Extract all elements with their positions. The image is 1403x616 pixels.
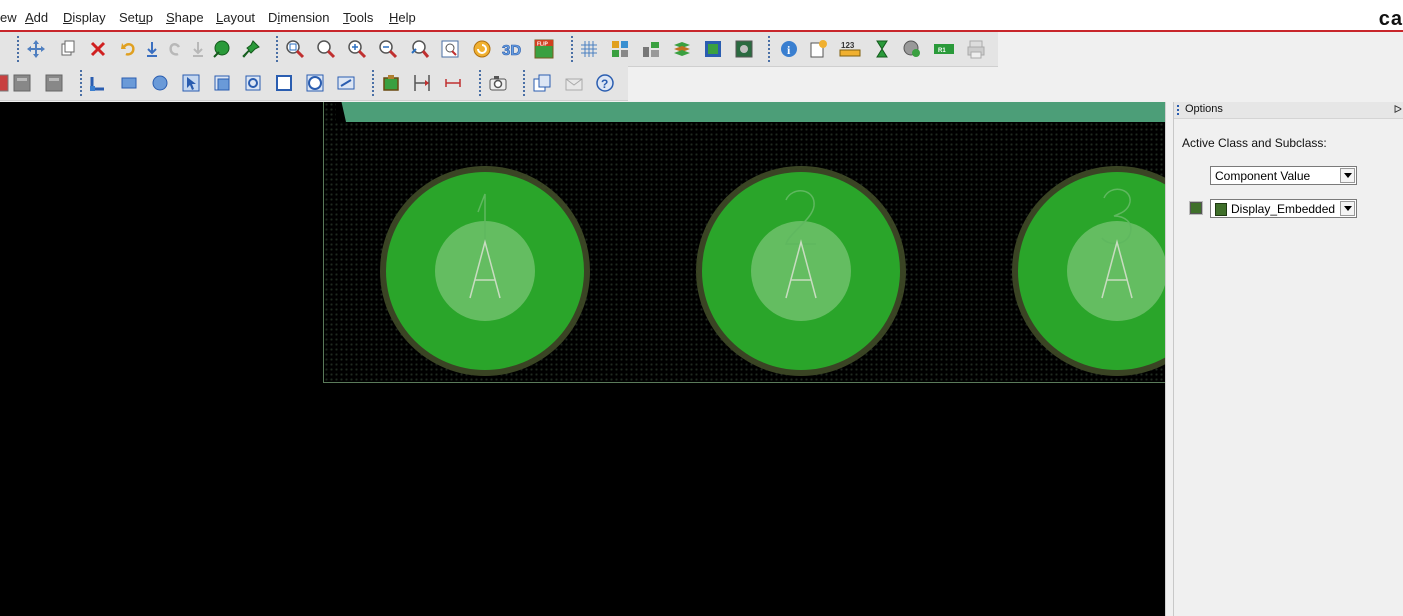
circle-outline-icon[interactable] bbox=[303, 71, 327, 95]
subclass-dropdown-value: Display_Embedded bbox=[1231, 202, 1336, 216]
zoom-out-icon[interactable] bbox=[376, 37, 400, 61]
place-down-icon-2 bbox=[186, 37, 210, 61]
zoom-previous-icon[interactable] bbox=[408, 37, 432, 61]
toolbar-separator bbox=[571, 36, 575, 62]
menu-dimension[interactable]: Dimension bbox=[268, 10, 329, 25]
pad-2[interactable] bbox=[702, 172, 900, 370]
mail-icon bbox=[562, 71, 586, 95]
svg-text:123: 123 bbox=[841, 41, 855, 50]
design-canvas[interactable] bbox=[0, 102, 1165, 616]
hourglass-icon[interactable] bbox=[870, 37, 894, 61]
toolbar-separator bbox=[479, 70, 483, 96]
rect-outline-icon[interactable] bbox=[272, 71, 296, 95]
report-icon[interactable] bbox=[806, 37, 830, 61]
board-icon[interactable] bbox=[732, 37, 756, 61]
measure-dim-icon[interactable] bbox=[441, 71, 465, 95]
fill-center-icon bbox=[10, 71, 34, 95]
zoom-in-icon[interactable] bbox=[345, 37, 369, 61]
pad-3-label-graphic bbox=[1101, 188, 1133, 299]
delete-icon[interactable] bbox=[86, 37, 110, 61]
pad-1-label-graphic bbox=[469, 193, 501, 299]
chevron-down-icon[interactable] bbox=[1340, 168, 1355, 183]
shape-merge-icon[interactable] bbox=[334, 71, 358, 95]
menu-layout[interactable]: Layout bbox=[216, 10, 255, 25]
shape-edit-icon[interactable] bbox=[210, 71, 234, 95]
layer-visibility-icon[interactable] bbox=[639, 37, 663, 61]
print-icon bbox=[964, 37, 988, 61]
3d-view-icon[interactable]: 3D bbox=[500, 37, 524, 61]
dimension-icon[interactable] bbox=[410, 71, 434, 95]
pad-2-label-graphic bbox=[784, 190, 817, 299]
copy-icon[interactable] bbox=[56, 37, 80, 61]
shape-void-icon[interactable] bbox=[241, 71, 265, 95]
zoom-fit-icon[interactable] bbox=[283, 37, 307, 61]
menu-help[interactable]: Help bbox=[389, 10, 416, 25]
options-panel-header[interactable]: Options ᐅ bbox=[1174, 102, 1403, 119]
ratsnest-icon[interactable]: R1 bbox=[932, 37, 956, 61]
fill-right-icon bbox=[42, 71, 66, 95]
subclass-dropdown[interactable]: Display_Embedded bbox=[1210, 199, 1357, 218]
svg-text:R1: R1 bbox=[938, 48, 946, 54]
info-icon[interactable]: i bbox=[777, 37, 801, 61]
redo-icon bbox=[163, 37, 187, 61]
subclass-color-swatch bbox=[1215, 203, 1227, 216]
flip-icon[interactable]: FLIP bbox=[532, 37, 556, 61]
pad-1[interactable] bbox=[386, 172, 584, 370]
color-dialog-icon[interactable] bbox=[608, 37, 632, 61]
toolbar-shapes: ? bbox=[0, 66, 628, 101]
class-dropdown-value: Component Value bbox=[1215, 169, 1311, 183]
redraw-icon[interactable] bbox=[470, 37, 494, 61]
svg-text:?: ? bbox=[601, 77, 608, 91]
svg-text:3D: 3D bbox=[502, 42, 521, 59]
menu-view[interactable]: ew bbox=[0, 10, 17, 25]
stackup-icon[interactable] bbox=[670, 37, 694, 61]
app-brand-logo: ca bbox=[1378, 8, 1403, 30]
pin-icon[interactable] bbox=[239, 37, 263, 61]
help-icon[interactable]: ? bbox=[593, 71, 617, 95]
place-down-icon[interactable] bbox=[140, 37, 164, 61]
camera-icon[interactable] bbox=[486, 71, 510, 95]
measure-icon[interactable]: 123 bbox=[838, 37, 862, 61]
toolbar-separator bbox=[523, 70, 527, 96]
chevron-down-icon[interactable] bbox=[1340, 201, 1355, 216]
close-icon[interactable]: ᐅ bbox=[1394, 103, 1402, 116]
select-icon[interactable] bbox=[179, 71, 203, 95]
add-rectangle-icon[interactable] bbox=[117, 71, 141, 95]
menu-setup[interactable]: Setup bbox=[119, 10, 153, 25]
shape-add-icon[interactable] bbox=[209, 37, 233, 61]
toolbar-main: 3D FLIP i 123 R1 bbox=[0, 32, 998, 67]
pad-3[interactable] bbox=[1018, 172, 1165, 370]
add-connect-icon[interactable] bbox=[900, 37, 924, 61]
subclass-color-chip[interactable] bbox=[1190, 202, 1202, 214]
menu-add[interactable]: Add bbox=[25, 10, 48, 25]
move-icon[interactable] bbox=[24, 37, 48, 61]
film-icon[interactable] bbox=[701, 37, 725, 61]
menu-bar: ew Add Display Setup Shape Layout Dimens… bbox=[0, 6, 1403, 32]
add-line-icon[interactable] bbox=[86, 71, 110, 95]
grid-icon[interactable] bbox=[577, 37, 601, 61]
toolbar-separator bbox=[17, 36, 21, 62]
zoom-area-icon[interactable] bbox=[314, 37, 338, 61]
add-circle-icon[interactable] bbox=[148, 71, 172, 95]
options-title: Options bbox=[1185, 103, 1223, 115]
zoom-world-icon[interactable] bbox=[438, 37, 462, 61]
toolbar-separator bbox=[768, 36, 772, 62]
active-class-label: Active Class and Subclass: bbox=[1182, 136, 1327, 150]
toolbar-separator bbox=[276, 36, 280, 62]
place-component-icon[interactable] bbox=[379, 71, 403, 95]
class-dropdown[interactable]: Component Value bbox=[1210, 166, 1357, 185]
menu-display[interactable]: Display bbox=[63, 10, 106, 25]
board-edge-strip bbox=[340, 102, 1165, 122]
options-panel: Options ᐅ Active Class and Subclass: Com… bbox=[1173, 102, 1403, 616]
copy-window-icon[interactable] bbox=[530, 71, 554, 95]
svg-text:FLIP: FLIP bbox=[537, 42, 548, 48]
menu-tools[interactable]: Tools bbox=[343, 10, 373, 25]
toolbar-separator bbox=[372, 70, 376, 96]
menu-shape[interactable]: Shape bbox=[166, 10, 204, 25]
panel-grip-icon[interactable] bbox=[1177, 105, 1181, 115]
undo-icon[interactable] bbox=[117, 37, 141, 61]
toolbar-separator bbox=[80, 70, 84, 96]
